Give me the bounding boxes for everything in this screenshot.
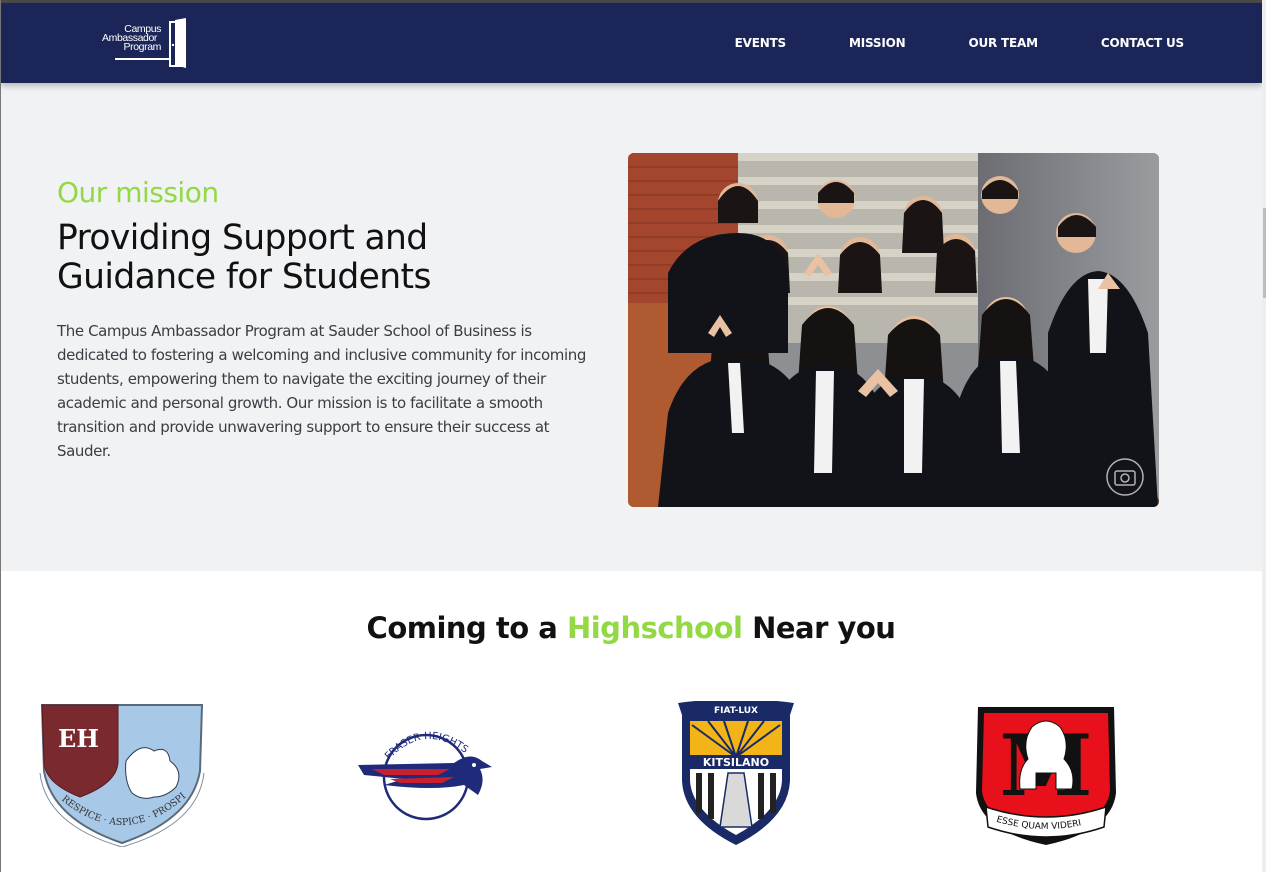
title-highlight: Highschool: [566, 611, 743, 645]
logo-wordmark: Campus Ambassador Program: [93, 24, 162, 53]
mission-description: The Campus Ambassador Program at Sauder …: [57, 322, 586, 460]
title-prefix: Coming to a: [366, 611, 567, 645]
mission-kicker: Our mission: [57, 176, 219, 209]
nav-events[interactable]: EVENTS: [735, 36, 787, 50]
school-crest-eh[interactable]: EH RESPICE · ASPICE · PROSPICE: [36, 701, 208, 847]
highschools-title: Coming to a Highschool Near you: [0, 611, 1262, 645]
school-crest-kitsilano[interactable]: FIAT-LUX KITSILANO: [678, 701, 794, 847]
team-photo-illustration: [628, 153, 1159, 507]
mission-section: Our mission Providing Support and Guidan…: [1, 83, 1262, 571]
logo-underline: [115, 58, 169, 60]
crest-fh-arc-text: FRASER HEIGHTS: [383, 731, 470, 762]
nav-contact-us[interactable]: CONTACT US: [1101, 36, 1184, 50]
highschools-section: Coming to a Highschool Near you EH RESPI…: [0, 571, 1266, 872]
title-suffix: Near you: [742, 611, 896, 645]
top-navbar: Campus Ambassador Program EVENTS MISSION…: [1, 3, 1262, 83]
door-icon: [169, 18, 186, 68]
scrollbar-track[interactable]: [1262, 0, 1266, 872]
team-group-photo: [628, 153, 1159, 507]
crest-eh-monogram: EH: [58, 724, 99, 753]
main-nav: EVENTS MISSION OUR TEAM CONTACT US: [735, 36, 1185, 50]
site-logo[interactable]: Campus Ambassador Program: [89, 17, 193, 69]
crest-kits-name: KITSILANO: [703, 756, 769, 769]
school-crest-m[interactable]: M ESSE QUAM VIDERI: [972, 703, 1120, 849]
window-left-edge: [0, 0, 1, 872]
nav-mission[interactable]: MISSION: [849, 36, 906, 50]
logo-line-program: Program: [123, 41, 162, 53]
nav-our-team[interactable]: OUR TEAM: [968, 36, 1038, 50]
crest-kits-banner: FIAT-LUX: [714, 706, 758, 716]
mission-headline: Providing Support and Guidance for Stude…: [57, 218, 431, 297]
school-crest-fraser-heights[interactable]: FRASER HEIGHTS: [354, 721, 498, 825]
